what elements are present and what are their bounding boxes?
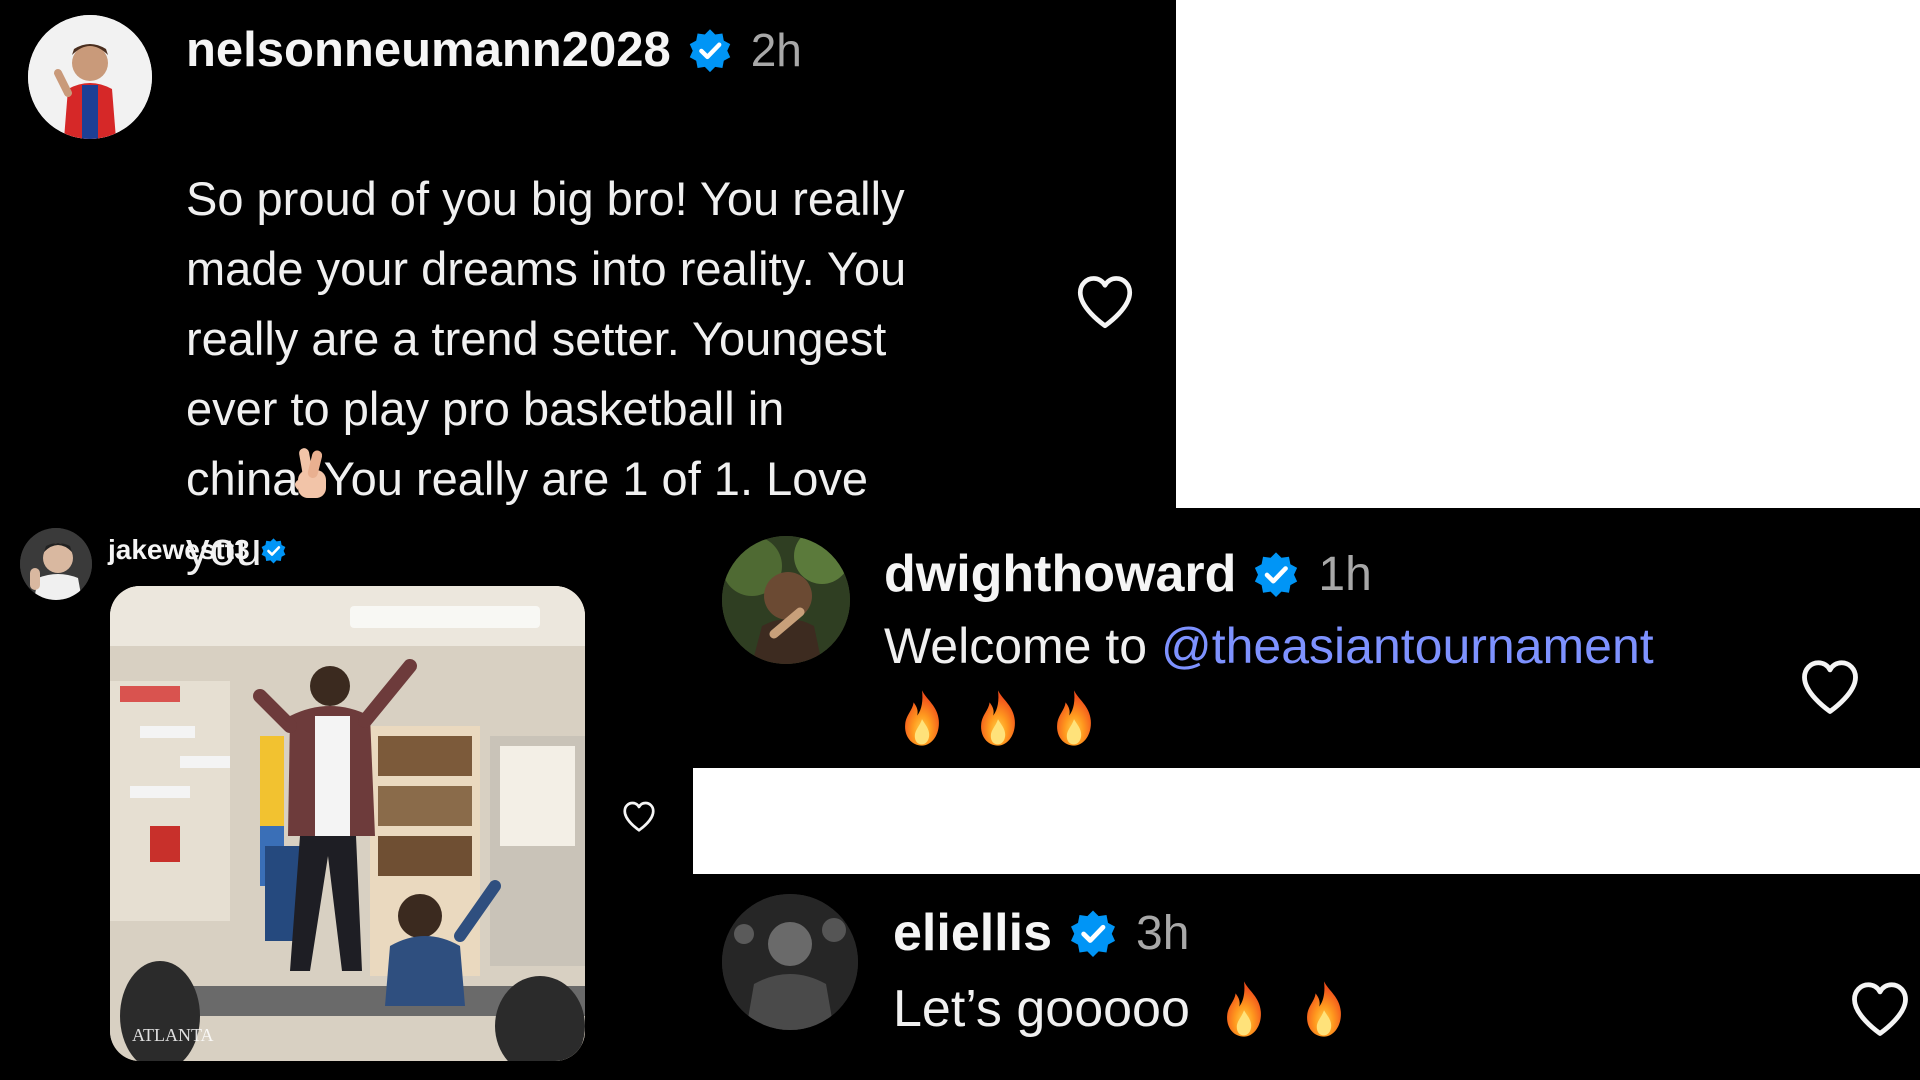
comment-text-row: Let’s gooooo	[893, 974, 1348, 1044]
gif-watermark: ATLANTA	[132, 1025, 214, 1045]
avatar-image	[722, 536, 850, 664]
comment-header: nelsonneumann2028 2h	[186, 22, 802, 78]
fire-emoji-row	[898, 688, 1098, 748]
like-heart-icon[interactable]	[1072, 268, 1138, 334]
avatar-eliellis[interactable]	[722, 894, 858, 1030]
verified-badge-icon	[260, 537, 287, 564]
username-link[interactable]: dwighthoward	[884, 544, 1236, 604]
comment-text: Let’s gooooo	[893, 980, 1190, 1038]
avatar-image	[20, 528, 92, 600]
fire-icon	[974, 688, 1022, 748]
comment-text-prefix: Welcome to	[884, 618, 1161, 674]
gif-attachment[interactable]: ATLANTA	[110, 586, 585, 1061]
comment-timestamp[interactable]: 2h	[751, 23, 802, 77]
mention-link[interactable]: @theasiantournament	[1161, 617, 1654, 675]
fire-icon	[1300, 979, 1348, 1039]
like-heart-icon[interactable]	[1796, 652, 1864, 720]
fire-icon	[1050, 688, 1098, 748]
avatar-dwighthoward[interactable]	[722, 536, 850, 664]
avatar-image	[722, 894, 858, 1030]
comment-header: dwighthoward 1h	[884, 544, 1372, 604]
comment-text: Welcome to @theasiantournament	[884, 614, 1654, 678]
comment-timestamp[interactable]: 1h	[1318, 547, 1371, 602]
username-link[interactable]: jakewestt3	[108, 534, 250, 566]
comment-header: jakewestt3	[108, 530, 287, 570]
like-heart-icon[interactable]	[620, 797, 658, 835]
like-heart-icon[interactable]	[1846, 974, 1914, 1042]
fire-icon	[898, 688, 946, 748]
crossed-fingers-icon	[295, 448, 326, 498]
avatar-jakewestt3[interactable]	[20, 528, 92, 600]
comment-header: eliellis 3h	[893, 902, 1189, 964]
avatar-nelsonneumann2028[interactable]	[28, 15, 152, 139]
verified-badge-icon	[687, 27, 733, 73]
classroom-gif-image: ATLANTA	[110, 586, 585, 1061]
avatar-image	[28, 15, 152, 139]
fire-icon	[1220, 979, 1268, 1039]
verified-badge-icon	[1252, 550, 1300, 598]
comment-timestamp[interactable]: 3h	[1136, 906, 1189, 961]
username-link[interactable]: nelsonneumann2028	[186, 22, 671, 78]
username-link[interactable]: eliellis	[893, 903, 1052, 963]
verified-badge-icon	[1068, 908, 1118, 958]
